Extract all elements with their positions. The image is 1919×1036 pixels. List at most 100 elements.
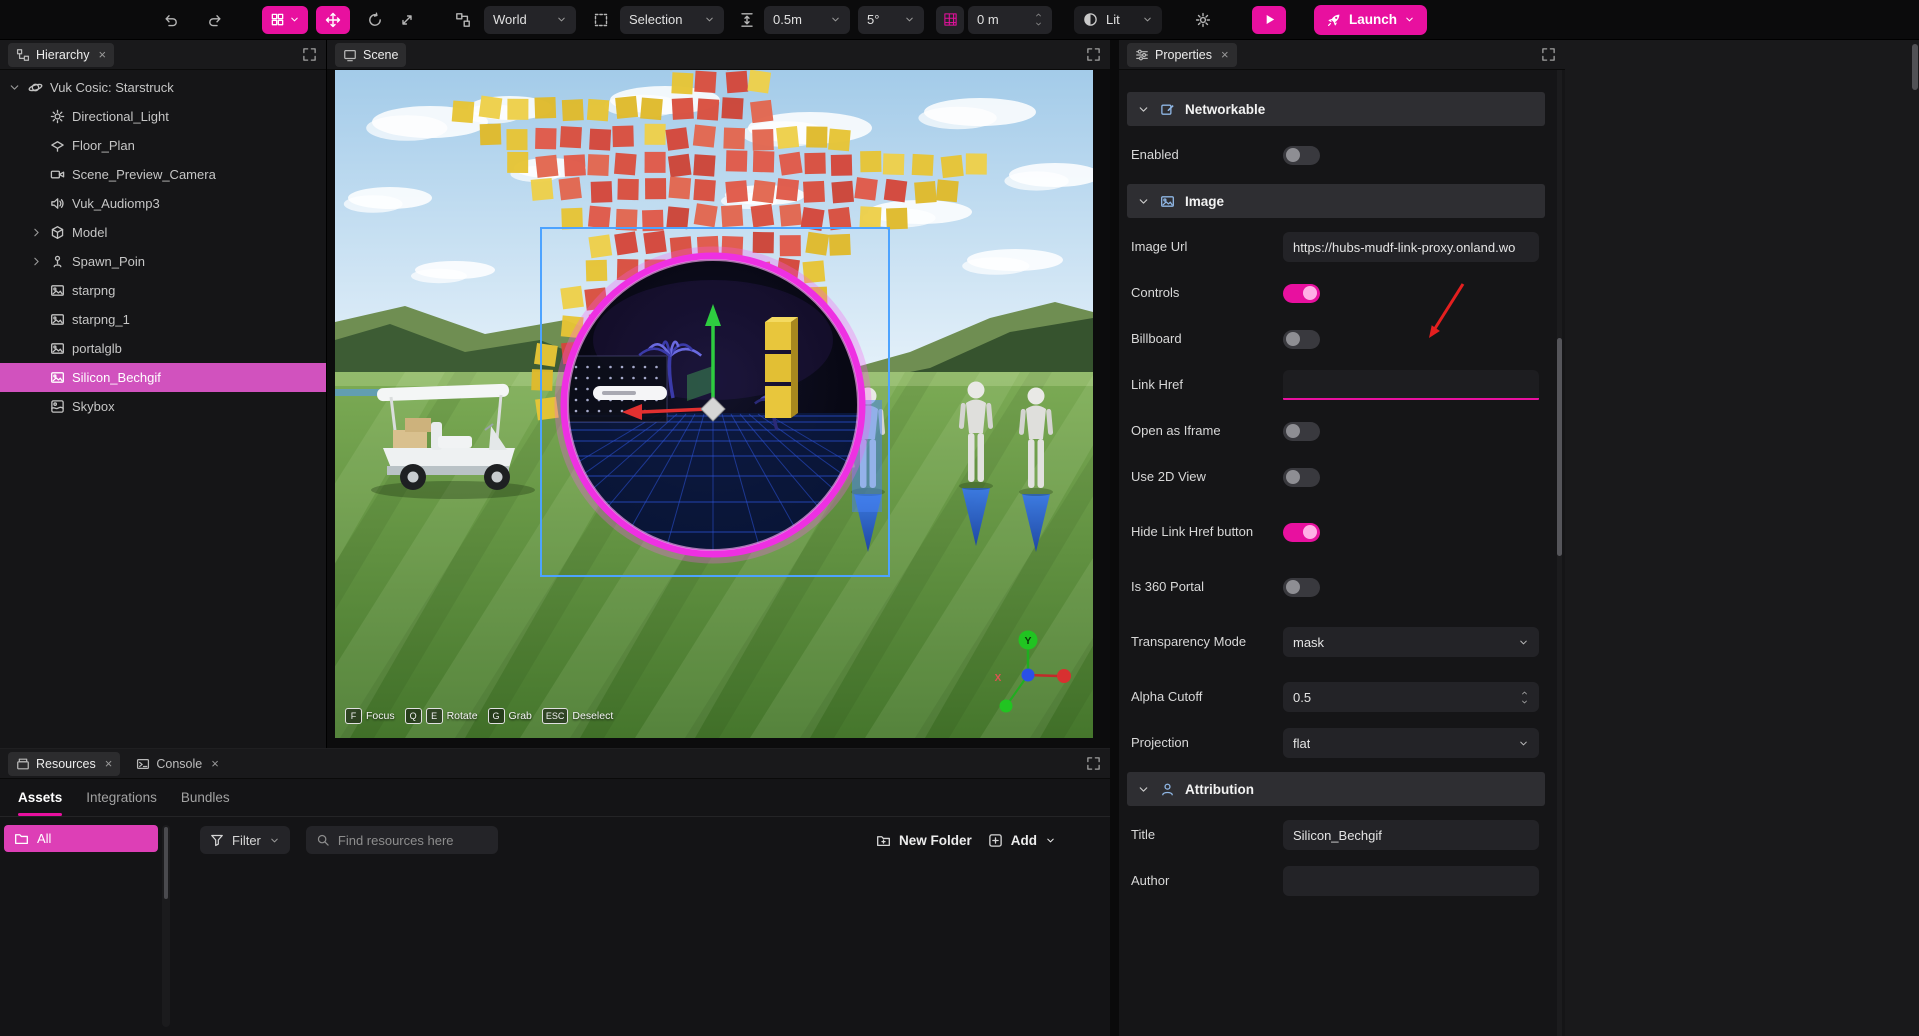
- close-icon[interactable]: ×: [1221, 48, 1229, 61]
- prop-row-use-2d-view: Use 2D View: [1119, 454, 1565, 500]
- field-link-href[interactable]: [1283, 370, 1539, 400]
- section-networkable[interactable]: Networkable: [1127, 92, 1545, 126]
- filter-label: Filter: [232, 833, 261, 848]
- tab-console[interactable]: Console×: [128, 752, 226, 776]
- grid-height-stepper[interactable]: 0 m: [968, 6, 1052, 34]
- reference-space-dropdown[interactable]: World: [484, 6, 576, 34]
- toggle-knob: [1286, 470, 1300, 484]
- tree-item-vuk-audiomp3[interactable]: Vuk_Audiomp3: [0, 189, 326, 218]
- folder-item-all[interactable]: All: [4, 825, 158, 852]
- translation-snap-button[interactable]: [734, 7, 760, 33]
- rotate-tool-button[interactable]: [362, 7, 388, 33]
- tree-item-label: Model: [72, 225, 107, 240]
- section-image[interactable]: Image: [1127, 184, 1545, 218]
- select-projection[interactable]: flat: [1283, 728, 1539, 758]
- rotation-snap-dropdown[interactable]: 5°: [858, 6, 924, 34]
- subtab-assets[interactable]: Assets: [18, 779, 62, 816]
- new-folder-button[interactable]: New Folder: [876, 833, 972, 848]
- close-icon[interactable]: ×: [99, 48, 107, 61]
- tree-item-spawn-poin[interactable]: Spawn_Poin: [0, 247, 326, 276]
- expand-panel-icon[interactable]: [1086, 756, 1101, 771]
- chevron-down-icon[interactable]: [1137, 783, 1150, 796]
- selection-mode-button[interactable]: [588, 7, 614, 33]
- stepper-arrows[interactable]: [1034, 11, 1043, 28]
- toggle-is-360-portal[interactable]: [1283, 578, 1320, 597]
- tab-resources[interactable]: Resources×: [8, 752, 120, 776]
- prop-label: Title: [1131, 826, 1273, 844]
- hierarchy-tree: Vuk Cosic: StarstruckDirectional_LightFl…: [0, 70, 326, 421]
- redo-button[interactable]: [202, 7, 228, 33]
- chevron-up-icon: [1520, 689, 1529, 697]
- chevron-right-icon[interactable]: [30, 255, 43, 268]
- tree-item-silicon-bechgif[interactable]: Silicon_Bechgif: [0, 363, 326, 392]
- toggle-knob: [1286, 424, 1300, 438]
- tree-item-scene-preview-camera[interactable]: Scene_Preview_Camera: [0, 160, 326, 189]
- chevron-down-icon[interactable]: [1137, 103, 1150, 116]
- tree-item-vuk-cosic-starstruck[interactable]: Vuk Cosic: Starstruck: [0, 73, 326, 102]
- tab-scene[interactable]: Scene: [335, 43, 406, 67]
- rotation-snap-value: 5°: [867, 12, 879, 27]
- prop-row-hide-link-href-button: Hide Link Href button: [1119, 500, 1565, 564]
- toggle-billboard[interactable]: [1283, 330, 1320, 349]
- chevron-up-icon: [1034, 11, 1043, 19]
- chevron-down-icon[interactable]: [1137, 195, 1150, 208]
- field-author[interactable]: [1283, 866, 1539, 896]
- filter-button[interactable]: Filter: [200, 826, 290, 854]
- number-alpha-cutoff[interactable]: 0.5: [1283, 682, 1539, 712]
- prop-row-author: Author: [1119, 858, 1565, 904]
- play-button[interactable]: [1252, 6, 1286, 34]
- properties-scrollbar[interactable]: [1557, 70, 1562, 1036]
- tree-item-portalglb[interactable]: portalglb: [0, 334, 326, 363]
- select-transparency-mode[interactable]: mask: [1283, 627, 1539, 657]
- subtab-bundles[interactable]: Bundles: [181, 779, 230, 816]
- toggle-use-2d-view[interactable]: [1283, 468, 1320, 487]
- toggle-enabled[interactable]: [1283, 146, 1320, 165]
- tree-item-skybox[interactable]: Skybox: [0, 392, 326, 421]
- svg-text:Y: Y: [1024, 635, 1031, 647]
- settings-button[interactable]: [1190, 7, 1216, 33]
- search-input[interactable]: Find resources here: [306, 826, 498, 854]
- scene-viewport[interactable]: YX FFocusQERotateGGrabESCDeselect: [335, 70, 1093, 738]
- field-title[interactable]: Silicon_Bechgif: [1283, 820, 1539, 850]
- stepper-arrows[interactable]: [1520, 689, 1529, 706]
- tree-item-starpng-1[interactable]: starpng_1: [0, 305, 326, 334]
- toggle-open-as-iframe[interactable]: [1283, 422, 1320, 441]
- tree-item-starpng[interactable]: starpng: [0, 276, 326, 305]
- launch-button[interactable]: Launch: [1314, 5, 1427, 35]
- chevron-down-icon[interactable]: [8, 81, 21, 94]
- folders-scrollbar[interactable]: [162, 825, 170, 1027]
- close-icon[interactable]: ×: [211, 757, 219, 770]
- scrollbar-thumb[interactable]: [164, 827, 168, 899]
- selection-dropdown[interactable]: Selection: [620, 6, 724, 34]
- prop-control: [1283, 146, 1539, 165]
- undo-button[interactable]: [158, 7, 184, 33]
- translation-snap-dropdown[interactable]: 0.5m: [764, 6, 850, 34]
- section-attribution[interactable]: Attribution: [1127, 772, 1545, 806]
- chevron-right-icon[interactable]: [30, 226, 43, 239]
- expand-panel-icon[interactable]: [302, 47, 317, 62]
- tree-item-model[interactable]: Model: [0, 218, 326, 247]
- move-tool-button[interactable]: [316, 6, 350, 34]
- transform-pivot-button[interactable]: [450, 7, 476, 33]
- add-button[interactable]: Add: [988, 833, 1056, 848]
- field-image-url[interactable]: https://hubs-mudf-link-proxy.onland.wo: [1283, 232, 1539, 262]
- select-value: mask: [1293, 635, 1324, 650]
- tree-item-floor-plan[interactable]: Floor_Plan: [0, 131, 326, 160]
- tab-properties[interactable]: Properties ×: [1127, 43, 1237, 67]
- asset-grid-tool-button[interactable]: [262, 6, 308, 34]
- expand-panel-icon[interactable]: [1086, 47, 1101, 62]
- toggle-controls[interactable]: [1283, 284, 1320, 303]
- window-scrollbar-thumb[interactable]: [1912, 44, 1918, 90]
- expand-panel-icon[interactable]: [1541, 47, 1556, 62]
- scale-tool-button[interactable]: [394, 7, 420, 33]
- render-mode-dropdown[interactable]: Lit: [1074, 6, 1162, 34]
- grid-visibility-button[interactable]: [936, 6, 964, 34]
- scale-icon: [399, 12, 415, 28]
- tab-hierarchy[interactable]: Hierarchy ×: [8, 43, 114, 67]
- subtab-integrations[interactable]: Integrations: [86, 779, 157, 816]
- close-icon[interactable]: ×: [105, 757, 113, 770]
- tree-item-directional-light[interactable]: Directional_Light: [0, 102, 326, 131]
- prop-control: [1283, 468, 1539, 487]
- scrollbar-thumb[interactable]: [1557, 338, 1562, 556]
- toggle-hide-link-href-button[interactable]: [1283, 523, 1320, 542]
